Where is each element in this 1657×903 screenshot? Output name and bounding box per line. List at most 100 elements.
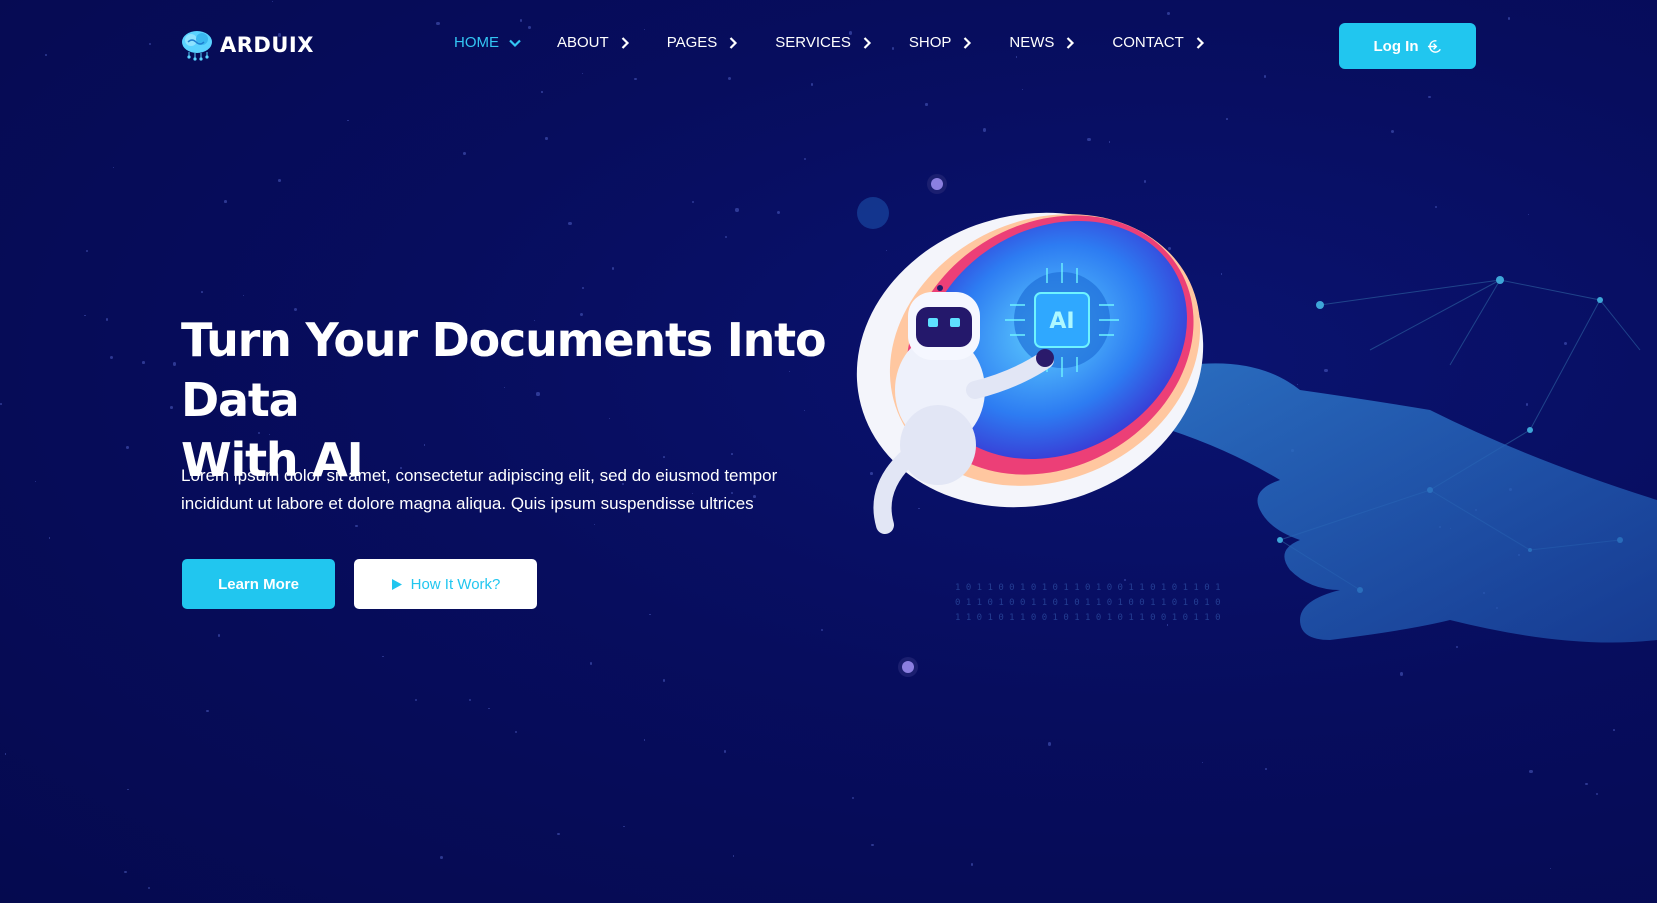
learn-more-button[interactable]: Learn More	[182, 559, 335, 609]
star-dot	[1225, 117, 1228, 120]
star-dot	[776, 211, 780, 215]
star-dot	[515, 731, 518, 734]
star-dot	[1585, 782, 1589, 786]
star-dot	[634, 77, 637, 81]
star-dot	[224, 200, 228, 203]
star-dot	[1549, 868, 1551, 870]
star-dot	[201, 291, 203, 294]
star-dot	[206, 709, 209, 713]
star-dot	[1264, 768, 1267, 770]
star-dot	[1202, 761, 1204, 764]
brand-logo[interactable]: ARDUIX	[180, 28, 314, 62]
hero-title-line-1: Turn Your Documents Into Data	[181, 313, 827, 427]
star-dot	[347, 119, 349, 122]
nav-item-home[interactable]: HOME	[454, 34, 523, 51]
star-dot	[1595, 792, 1598, 796]
star-dot	[436, 21, 440, 26]
chevron-right-icon	[621, 36, 629, 49]
star-dot	[172, 362, 177, 366]
star-dot	[611, 267, 615, 270]
star-dot	[925, 103, 928, 106]
star-dot	[1529, 770, 1533, 774]
login-button-label: Log In	[1373, 37, 1419, 55]
star-dot	[589, 662, 593, 665]
star-dot	[0, 403, 2, 405]
star-dot	[871, 844, 874, 847]
star-dot	[488, 707, 491, 710]
star-dot	[469, 699, 472, 702]
star-dot	[382, 655, 385, 658]
star-dot	[692, 201, 695, 204]
main-navigation: HOME ABOUT PAGES SERVICES SHOP NEWS CONT…	[454, 34, 1242, 51]
star-dot	[34, 480, 36, 482]
star-dot	[105, 318, 108, 321]
chevron-right-icon	[1067, 36, 1075, 49]
star-dot	[803, 157, 807, 161]
star-dot	[1428, 95, 1431, 98]
star-dot	[85, 250, 89, 253]
star-dot	[643, 28, 646, 31]
chevron-down-icon	[509, 39, 521, 47]
nav-item-news[interactable]: NEWS	[1009, 34, 1078, 51]
star-dot	[1048, 742, 1052, 746]
chevron-right-icon	[1196, 36, 1204, 49]
star-dot	[724, 236, 727, 239]
star-dot	[110, 355, 113, 359]
star-dot	[355, 524, 358, 528]
star-dot	[440, 856, 443, 859]
nav-item-label: HOME	[454, 34, 499, 51]
star-dot	[217, 634, 221, 637]
star-dot	[45, 54, 48, 57]
star-dot	[1166, 12, 1170, 15]
star-dot	[557, 832, 561, 836]
nav-item-label: ABOUT	[557, 34, 609, 51]
chevron-right-icon	[863, 36, 871, 49]
star-dot	[1022, 88, 1024, 90]
star-dot	[649, 613, 651, 616]
star-dot	[724, 750, 727, 753]
star-dot	[124, 870, 127, 873]
star-dot	[148, 42, 151, 45]
star-dot	[48, 537, 51, 540]
login-button[interactable]: Log In	[1339, 23, 1476, 69]
nav-item-label: CONTACT	[1112, 34, 1184, 51]
star-dot	[242, 294, 245, 296]
star-dot	[4, 753, 7, 755]
brain-icon	[182, 31, 212, 61]
how-it-works-button[interactable]: How It Work?	[354, 559, 537, 609]
star-dot	[127, 788, 130, 791]
nav-item-services[interactable]: SERVICES	[775, 34, 875, 51]
nav-item-shop[interactable]: SHOP	[909, 34, 976, 51]
how-it-works-label: How It Work?	[410, 575, 501, 593]
ai-robot-illustration: AI 1 0 1 1 0 0 1 0 1 0 1 1 0 1 0 0 1 1 0…	[856, 174, 1657, 677]
chevron-right-icon	[964, 36, 972, 49]
star-dot	[1263, 74, 1267, 78]
learn-more-label: Learn More	[218, 575, 299, 593]
star-dot	[126, 446, 129, 449]
star-dot	[84, 314, 86, 317]
play-icon	[391, 578, 402, 590]
star-dot	[970, 863, 974, 867]
star-dot	[1612, 728, 1615, 731]
star-dot	[568, 221, 572, 226]
star-dot	[1507, 17, 1510, 20]
star-dot	[112, 166, 115, 168]
nav-item-label: SERVICES	[775, 34, 851, 51]
nav-item-pages[interactable]: PAGES	[667, 34, 742, 51]
svg-text:1 0 1 1 0 0 1 0 1 0 1 1 0 1 0: 1 0 1 1 0 0 1 0 1 0 1 1 0 1 0 0 1 1 0 1 …	[955, 583, 1221, 593]
star-dot	[728, 77, 732, 81]
star-dot	[278, 179, 281, 182]
star-dot	[593, 524, 595, 526]
star-dot	[170, 405, 174, 409]
star-dot	[142, 361, 146, 364]
star-dot	[735, 208, 739, 212]
star-dot	[519, 19, 522, 22]
star-dot	[852, 797, 855, 800]
nav-item-contact[interactable]: CONTACT	[1112, 34, 1207, 51]
hand-shape	[1147, 363, 1657, 643]
star-dot	[1087, 137, 1091, 142]
nav-item-about[interactable]: ABOUT	[557, 34, 633, 51]
hero-description: Lorem ipsum dolor sit amet, consectetur …	[181, 466, 778, 513]
nav-item-label: PAGES	[666, 34, 718, 51]
star-dot	[662, 679, 666, 682]
